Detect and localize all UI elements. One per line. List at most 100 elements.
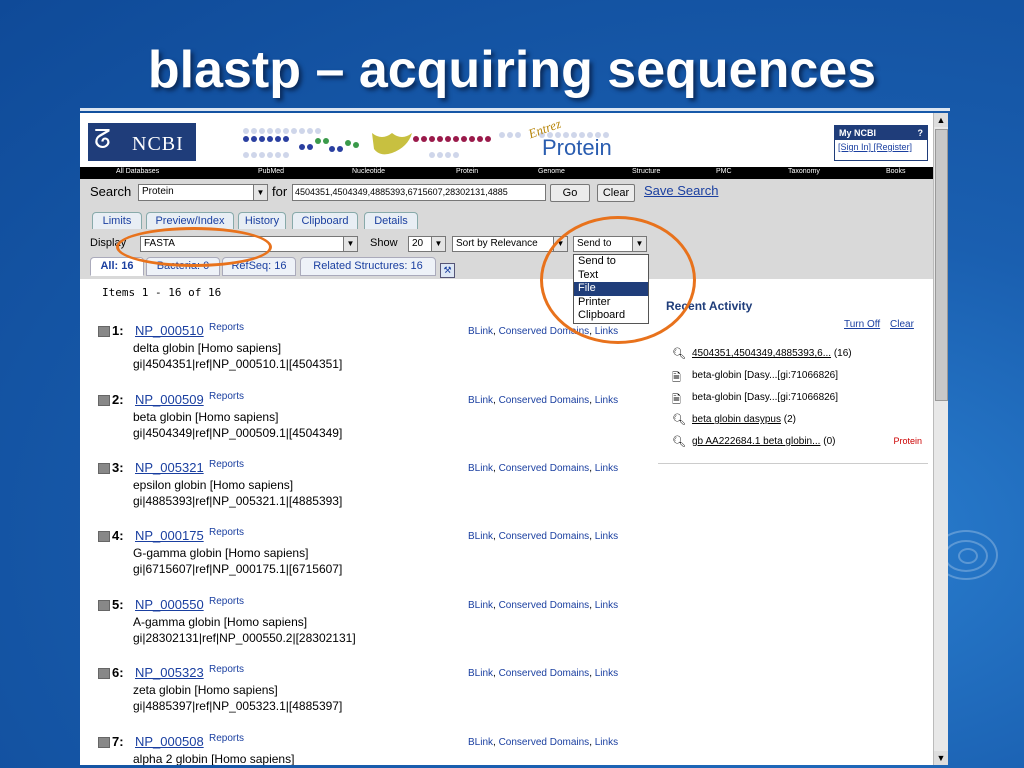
recent-activity-link[interactable]: gb AA222684.1 beta globin... [692,436,820,447]
recent-activity-label: beta-globin [Dasy...[gi:71066826] [692,370,839,381]
reports-link[interactable]: Reports [209,527,244,538]
reports-link[interactable]: Reports [209,664,244,675]
nav-structure[interactable]: Structure [632,168,660,175]
result-link[interactable]: Conserved Domains [499,531,590,542]
nav-nucleotide[interactable]: Nucleotide [352,168,385,175]
result-link[interactable]: Conserved Domains [499,463,590,474]
recent-activity-text: beta-globin [Dasy...[gi:71066826] [692,392,838,403]
result-link[interactable]: Links [595,463,618,474]
go-button[interactable]: Go [550,184,590,202]
sort-value: Sort by Relevance [456,238,538,249]
document-icon: 🗎 [672,372,681,384]
result-accession-link[interactable]: NP_000175 [135,528,204,543]
scroll-down-icon[interactable]: ▼ [934,751,948,765]
recent-activity-item[interactable]: 🗎 beta-globin [Dasy...[gi:71066826] [672,369,922,384]
tab-clipboard[interactable]: Clipboard [292,212,358,229]
turn-off-link[interactable]: Turn Off [844,319,880,330]
result-accession-link[interactable]: NP_000510 [135,323,204,338]
result-link[interactable]: Links [595,600,618,611]
reports-link[interactable]: Reports [209,391,244,402]
result-link[interactable]: Links [595,737,618,748]
result-link[interactable]: Conserved Domains [499,668,590,679]
tab-limits[interactable]: Limits [92,212,142,229]
result-accession-link[interactable]: NP_000550 [135,597,204,612]
show-count-select[interactable]: 20 ▼ [408,236,446,252]
search-input-value: 4504351,4504349,4885393,6715607,28302131… [295,187,508,197]
result-link[interactable]: BLink [468,668,493,679]
result-checkbox[interactable] [98,531,110,542]
result-link[interactable]: Links [595,668,618,679]
slide-title: blastp – acquiring sequences [147,41,877,99]
recent-activity-link[interactable]: 4504351,4504349,4885393,6... [692,348,831,359]
result-accession-link[interactable]: NP_005323 [135,665,204,680]
nav-protein[interactable]: Protein [456,168,478,175]
result-number: 3: [112,460,124,475]
recent-activity-text: beta-globin [Dasy...[gi:71066826] [692,370,838,381]
reports-link[interactable]: Reports [209,733,244,744]
tab-history[interactable]: History [238,212,286,229]
result-link[interactable]: Conserved Domains [499,600,590,611]
register-link[interactable]: [Register] [874,142,913,152]
tab-details[interactable]: Details [364,212,418,229]
help-icon[interactable]: ? [918,128,924,138]
database-select[interactable]: Protein ▼ [138,184,268,201]
nav-pmc[interactable]: PMC [716,168,732,175]
result-item: 6: NP_005323 Reports zeta globin [Homo sapi… [98,664,638,724]
save-search-link[interactable]: Save Search [644,183,718,198]
nav-all-databases[interactable]: All Databases [116,168,159,175]
recent-activity-item[interactable]: 🔍︎ gb AA222684.1 beta globin... (0) Protei… [672,435,922,449]
result-description: zeta globin [Homo sapiens] [133,683,278,697]
ncbi-header: ᘔ NCBI Entrez Protein My NCBI ? [Sign In… [80,113,934,167]
clear-button[interactable]: Clear [597,184,635,202]
result-link[interactable]: BLink [468,600,493,611]
result-link[interactable]: BLink [468,395,493,406]
result-accession-link[interactable]: NP_005321 [135,460,204,475]
chevron-down-icon: ▼ [253,185,267,200]
recent-activity-text: 4504351,4504349,4885393,6... (16) [692,348,852,359]
result-number: 2: [112,392,124,407]
result-link[interactable]: Conserved Domains [499,395,590,406]
recent-activity-item[interactable]: 🗎 beta-globin [Dasy...[gi:71066826] [672,391,922,406]
result-link[interactable]: Links [595,395,618,406]
result-checkbox[interactable] [98,737,110,748]
result-link[interactable]: BLink [468,737,493,748]
highlight-oval-display [116,227,272,267]
recent-activity-item[interactable]: 🔍︎ 4504351,4504349,4885393,6... (16) [672,347,922,361]
recent-activity-link[interactable]: beta globin dasypus [692,414,781,425]
nav-taxonomy[interactable]: Taxonomy [788,168,820,175]
reports-link[interactable]: Reports [209,596,244,607]
result-link[interactable]: Links [595,531,618,542]
recent-activity-text: gb AA222684.1 beta globin... (0) [692,436,835,447]
result-description: beta globin [Homo sapiens] [133,410,279,424]
result-link[interactable]: BLink [468,531,493,542]
result-accession-link[interactable]: NP_000508 [135,734,204,749]
result-checkbox[interactable] [98,668,110,679]
clear-recent-link[interactable]: Clear [890,319,914,330]
sign-in-link[interactable]: [Sign In] [838,142,871,152]
wrench-icon[interactable]: ⚒ [440,263,455,278]
reports-link[interactable]: Reports [209,459,244,470]
nav-books[interactable]: Books [886,168,905,175]
result-checkbox[interactable] [98,395,110,406]
vertical-scrollbar[interactable]: ▲ ▼ [933,113,948,765]
recent-activity-text: beta globin dasypus (2) [692,414,796,425]
result-checkbox[interactable] [98,600,110,611]
scroll-up-icon[interactable]: ▲ [934,113,948,127]
result-link[interactable]: BLink [468,326,493,337]
scrollbar-thumb[interactable] [935,129,948,401]
result-accession-link[interactable]: NP_000509 [135,392,204,407]
result-checkbox[interactable] [98,463,110,474]
result-checkbox[interactable] [98,326,110,337]
nav-genome[interactable]: Genome [538,168,565,175]
result-number: 7: [112,734,124,749]
recent-activity-count: (16) [833,348,852,359]
recent-activity-item[interactable]: 🔍︎ beta globin dasypus (2) [672,413,922,427]
nav-pubmed[interactable]: PubMed [258,168,284,175]
search-input[interactable]: 4504351,4504349,4885393,6715607,28302131… [292,184,546,201]
ncbi-logo[interactable]: ᘔ NCBI [88,123,196,161]
reports-link[interactable]: Reports [209,322,244,333]
subtab-related-structures[interactable]: Related Structures: 16 [300,257,436,276]
result-link[interactable]: Conserved Domains [499,737,590,748]
result-gi: gi|28302131|ref|NP_000550.2|[28302131] [133,631,356,645]
result-link[interactable]: BLink [468,463,493,474]
